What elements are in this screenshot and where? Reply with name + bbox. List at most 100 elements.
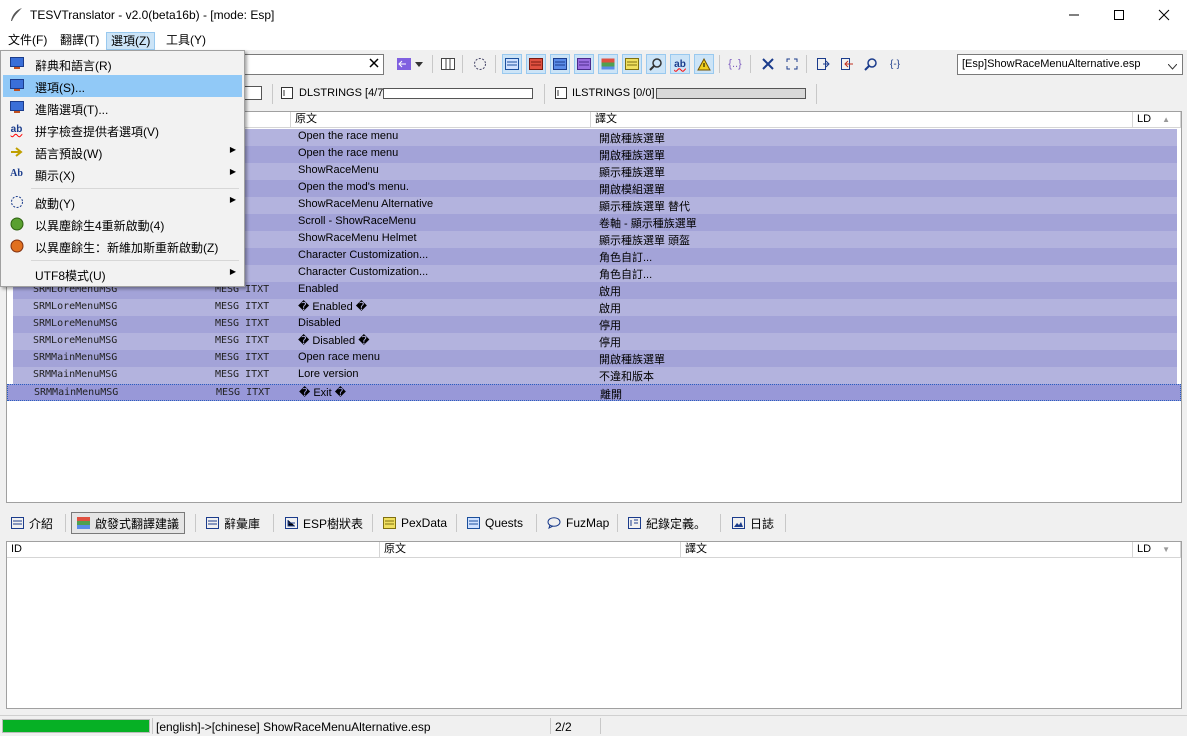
mark-dropdown-button[interactable]: [394, 54, 414, 74]
row-translation-cell: 停用: [599, 320, 621, 332]
menu-bar: 文件(F) 翻譯(T) 選項(Z) 工具(Y): [0, 30, 1187, 50]
column-header-translation[interactable]: 譯文: [591, 112, 1133, 128]
brackets-icon[interactable]: {..}: [725, 54, 745, 74]
list-yellow-icon: [383, 517, 396, 529]
row-source-cell: � Enabled �: [298, 301, 368, 313]
filter-blue-icon[interactable]: [550, 54, 570, 74]
column-header-translation[interactable]: 譯文: [681, 542, 1133, 558]
warning-icon[interactable]: [694, 54, 714, 74]
clear-search-icon[interactable]: [368, 57, 380, 72]
spellcheck-icon[interactable]: ab: [670, 54, 690, 74]
tab-fuzmap[interactable]: FuzMap: [542, 512, 614, 534]
tab-divider: [456, 514, 457, 532]
row-source-cell: Scroll - ShowRaceMenu: [298, 215, 416, 227]
tab-log[interactable]: 日誌: [727, 512, 779, 534]
table-row[interactable]: SRMMainMenuMSG MESG ITXT Lore version 不違和版本: [13, 367, 1177, 384]
target-icon[interactable]: [470, 54, 490, 74]
search-icon[interactable]: [646, 54, 666, 74]
menu-language-presets[interactable]: 語言預設(W) ▶: [3, 141, 242, 163]
delete-icon[interactable]: [758, 54, 778, 74]
chevron-down-icon[interactable]: [412, 54, 426, 74]
row-id-cell: SRMMainMenuMSG: [33, 352, 118, 363]
menu-options[interactable]: 選項(Z): [106, 32, 156, 50]
table-row[interactable]: SRMMainMenuMSG MESG ITXT Open race menu 開啟種…: [13, 350, 1177, 367]
export-icon[interactable]: [813, 54, 833, 74]
row-source-cell: Open the race menu: [298, 130, 399, 142]
table-row[interactable]: SRMLoreMenuMSG MESG ITXT � Enabled � 啟用: [13, 299, 1177, 316]
row-translation-cell: 角色自訂...: [599, 252, 653, 264]
close-button[interactable]: [1141, 0, 1187, 30]
menu-launch[interactable]: 啟動(Y) ▶: [3, 191, 242, 213]
tab-introduction[interactable]: 介紹: [6, 512, 58, 534]
menu-file[interactable]: 文件(F): [4, 32, 51, 50]
table-row[interactable]: SRMLoreMenuMSG MESG ITXT Disabled 停用: [13, 316, 1177, 333]
menu-dictionary-language[interactable]: 辭典和語言(R): [3, 53, 242, 75]
menu-tools[interactable]: 工具(Y): [162, 32, 210, 50]
minimize-button[interactable]: [1051, 0, 1097, 30]
menu-display[interactable]: Ab 顯示(X) ▶: [3, 163, 242, 185]
row-source-cell: � Disabled �: [298, 335, 370, 347]
columns-icon[interactable]: [438, 54, 458, 74]
tab-heuristic-suggestions[interactable]: 啟發式翻譯建議: [71, 512, 186, 534]
menu-utf8-mode[interactable]: UTF8模式(U) ▶: [3, 263, 242, 285]
tab-pexdata-label: PexData: [401, 516, 448, 530]
row-type-cell: MESG ITXT: [216, 387, 271, 398]
toolbar-divider: [806, 55, 807, 73]
toolbar-divider: [462, 55, 463, 73]
row-type-cell: MESG ITXT: [215, 335, 270, 346]
toolbar-divider: [750, 55, 751, 73]
menu-options-item[interactable]: 選項(S)...: [3, 75, 242, 97]
filter-mixed-icon[interactable]: [598, 54, 618, 74]
column-header-id[interactable]: ID: [7, 542, 380, 558]
menu-restart-fallout4[interactable]: 以異塵餘生4重新啟動(4): [3, 213, 242, 235]
tab-quests-label: Quests: [485, 516, 524, 530]
suggestion-grid[interactable]: ID 原文 譯文 LD ▼: [6, 541, 1182, 709]
column-header-source[interactable]: 原文: [291, 112, 591, 128]
row-translation-cell: 離開: [600, 389, 622, 401]
menu-restart-falloutnv[interactable]: 以異塵餘生：新維加斯重新啟動(Z): [3, 235, 242, 257]
tab-divider: [785, 514, 786, 532]
table-row[interactable]: SRMMainMenuMSG MESG ITXT � Exit � 離開: [7, 384, 1181, 401]
tab-quests[interactable]: Quests: [462, 512, 528, 534]
row-source-cell: ShowRaceMenu: [298, 164, 379, 176]
tab-esp-tree-label: ESP樹狀表: [303, 516, 364, 531]
monitor-icon: [9, 56, 24, 71]
tab-record-definitions[interactable]: 紀錄定義。: [623, 512, 711, 534]
plugin-select[interactable]: [Esp]ShowRaceMenuAlternative.esp: [957, 54, 1183, 75]
row-source-cell: Disabled: [298, 317, 341, 329]
list-blue-icon: [467, 517, 480, 529]
menu-spellcheck-options[interactable]: ab 拼字檢查提供者選項(V): [3, 119, 242, 141]
column-header-ld[interactable]: LD ▼: [1133, 542, 1181, 558]
tab-pexdata[interactable]: PexData: [378, 512, 452, 534]
column-header-ld[interactable]: LD ▲: [1133, 112, 1181, 128]
table-row[interactable]: SRMLoreMenuMSG MESG ITXT � Disabled � 停用: [13, 333, 1177, 350]
tab-introduction-label: 介紹: [29, 516, 54, 531]
filter-red-icon[interactable]: [526, 54, 546, 74]
row-id-cell: SRMLoreMenuMSG: [33, 318, 118, 329]
toolbar-divider: [272, 84, 273, 104]
row-id-cell: SRMMainMenuMSG: [34, 387, 119, 398]
filter-yellow-icon[interactable]: [622, 54, 642, 74]
tab-vocabulary[interactable]: 辭彙庫: [201, 512, 265, 534]
column-header-source[interactable]: 原文: [380, 542, 681, 558]
font-icon: Ab: [10, 168, 23, 179]
fullscreen-icon[interactable]: [782, 54, 802, 74]
image-icon: [732, 517, 745, 529]
filter-purple-icon[interactable]: [574, 54, 594, 74]
zoom-find-icon[interactable]: [861, 54, 881, 74]
code-icon[interactable]: {-}: [885, 54, 905, 74]
row-source-cell: ShowRaceMenu Alternative: [298, 198, 434, 210]
filter-list-icon[interactable]: [502, 54, 522, 74]
status-divider: [550, 718, 551, 734]
menu-translate[interactable]: 翻譯(T): [56, 32, 103, 50]
import-icon[interactable]: [837, 54, 857, 74]
window-title: TESVTranslator - v2.0(beta16b) - [mode: …: [30, 8, 275, 22]
row-translation-cell: 開啟種族選單: [599, 150, 665, 162]
maximize-button[interactable]: [1096, 0, 1142, 30]
search-input[interactable]: [244, 54, 384, 75]
tab-esp-tree[interactable]: ESP樹狀表: [280, 512, 368, 534]
grid-color-icon: [77, 517, 90, 529]
menu-advanced-options[interactable]: 進階選項(T)...: [3, 97, 242, 119]
row-type-cell: MESG ITXT: [215, 352, 270, 363]
menu-divider: [31, 260, 239, 261]
